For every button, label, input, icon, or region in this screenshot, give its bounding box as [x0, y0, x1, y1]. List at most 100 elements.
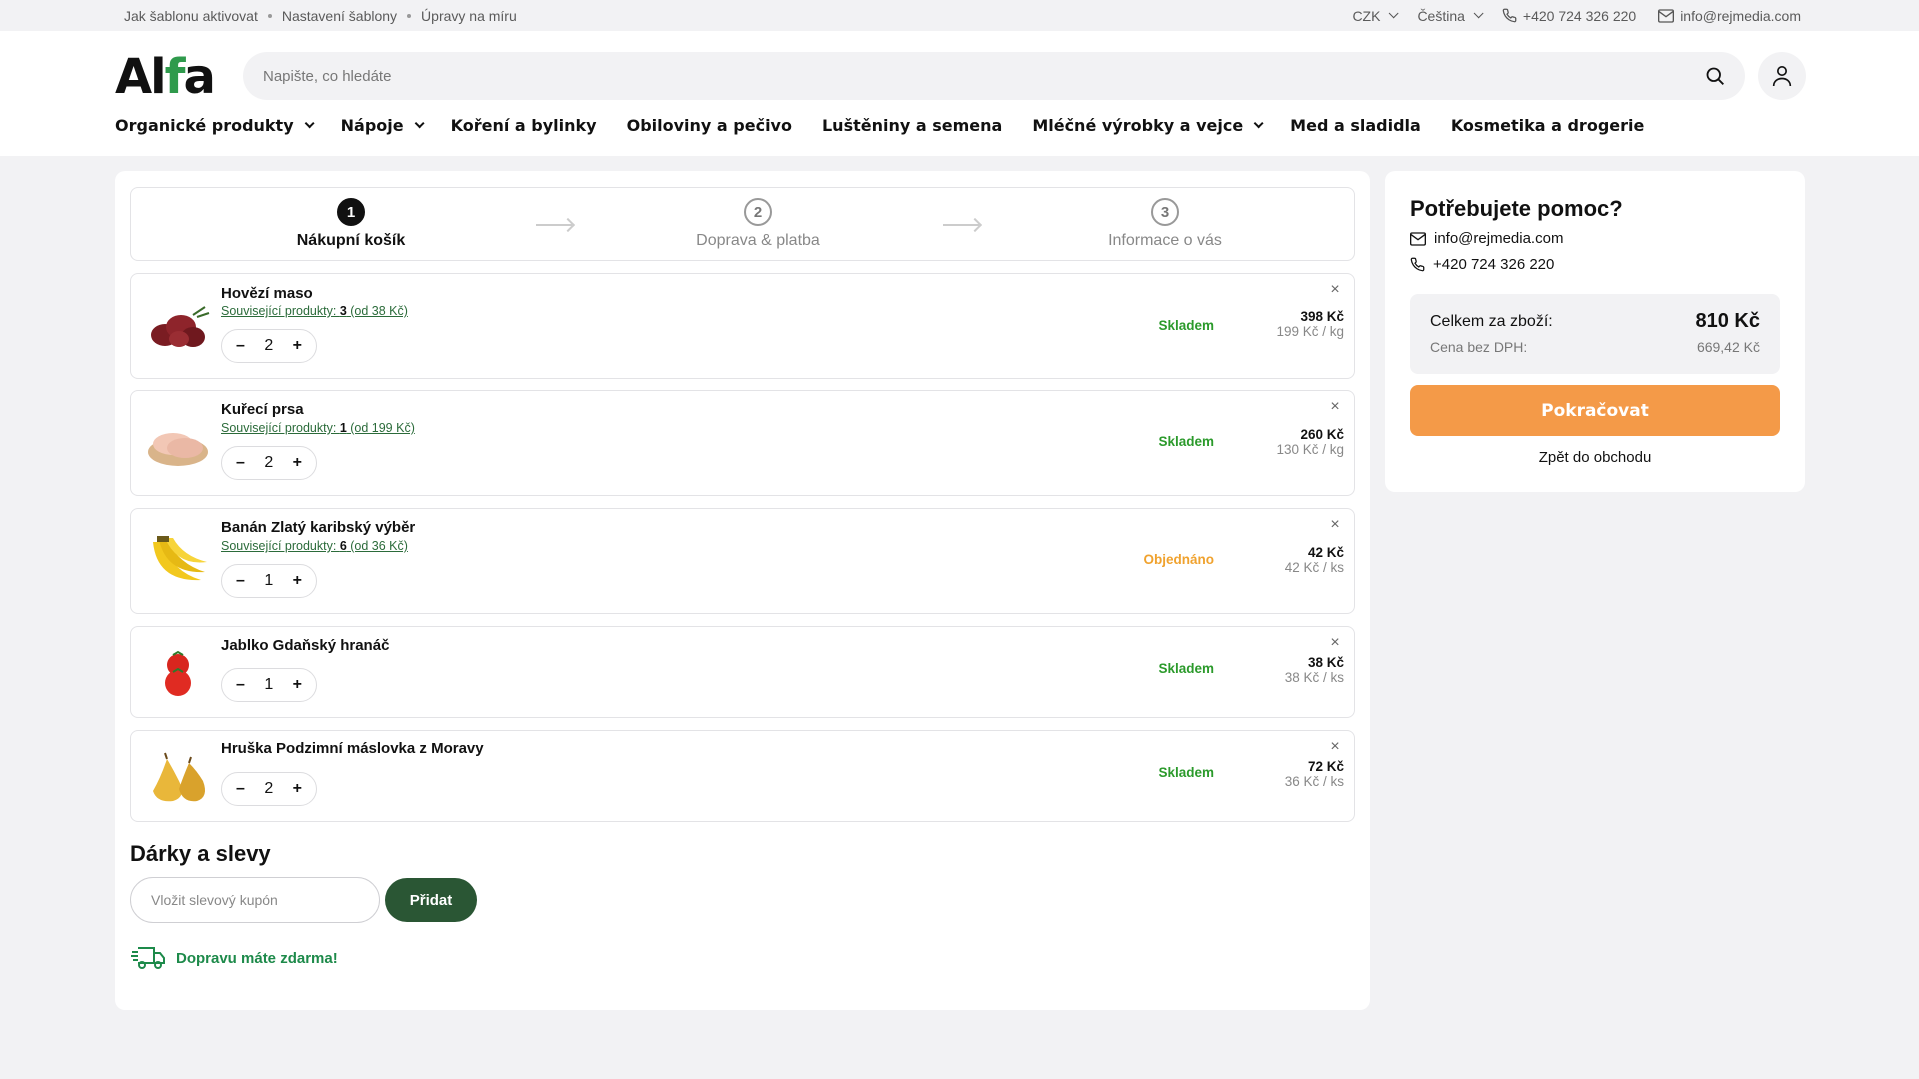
nav-item-cosmetics[interactable]: Kosmetika a drogerie [1451, 116, 1645, 135]
nav-item-drinks[interactable]: Nápoje [341, 116, 425, 135]
nav-item-grains[interactable]: Obiloviny a pečivo [627, 116, 792, 135]
cart-item: Hovězí maso Související produkty: 3 (od … [130, 273, 1355, 379]
chevron-down-icon [414, 118, 425, 129]
help-phone[interactable]: +420 724 326 220 [1410, 256, 1554, 273]
topbar-email[interactable]: info@rejmedia.com [1658, 8, 1801, 24]
increase-button[interactable]: + [293, 572, 302, 590]
step-cart[interactable]: 1 Nákupní košík [251, 198, 451, 250]
nav-label: Koření a bylinky [450, 116, 597, 135]
quantity-value[interactable]: 2 [264, 337, 273, 355]
related-products-link[interactable]: Související produkty: 3 (od 38 Kč) [221, 304, 408, 318]
quantity-stepper: – 2 + [221, 446, 317, 480]
remove-item-button[interactable]: × [1328, 635, 1342, 651]
user-account-button[interactable] [1758, 52, 1806, 100]
pear-image[interactable] [143, 742, 213, 812]
total-label: Celkem za zboží: [1430, 312, 1553, 330]
quantity-value[interactable]: 2 [264, 780, 273, 798]
topbar-phone[interactable]: +420 724 326 220 [1502, 8, 1636, 24]
line-total: 260 Kč [1300, 427, 1344, 442]
nav-label: Mléčné výrobky a vejce [1032, 116, 1244, 135]
topbar-link-settings[interactable]: Nastavení šablony [282, 8, 397, 24]
help-email-text: info@rejmedia.com [1434, 230, 1564, 247]
quantity-value[interactable]: 1 [264, 572, 273, 590]
currency-select[interactable]: CZK [1352, 7, 1400, 24]
order-summary-panel: Potřebujete pomoc? info@rejmedia.com +42… [1385, 171, 1805, 492]
decrease-button[interactable]: – [236, 676, 245, 694]
product-name[interactable]: Jablko Gdaňský hranáč [221, 637, 389, 654]
product-name[interactable]: Hruška Podzimní máslovka z Moravy [221, 740, 484, 757]
separator-dot [267, 13, 272, 18]
free-shipping-text: Dopravu máte zdarma! [176, 949, 338, 967]
step-info[interactable]: 3 Informace o vás [1065, 198, 1265, 250]
topbar-link-custom[interactable]: Úpravy na míru [421, 8, 517, 24]
remove-item-button[interactable]: × [1328, 739, 1342, 755]
product-name[interactable]: Hovězí maso [221, 285, 313, 302]
quantity-value[interactable]: 2 [264, 454, 273, 472]
increase-button[interactable]: + [293, 780, 302, 798]
related-count: 3 [339, 304, 347, 318]
tomato-image[interactable] [143, 638, 213, 708]
apply-coupon-button[interactable]: Přidat [385, 878, 477, 922]
remove-item-button[interactable]: × [1328, 517, 1342, 533]
nav-item-honey[interactable]: Med a sladidla [1290, 116, 1421, 135]
cart-item: Banán Zlatý karibský výběr Související p… [130, 508, 1355, 614]
increase-button[interactable]: + [293, 337, 302, 355]
free-shipping-notice: Dopravu máte zdarma! [130, 945, 338, 971]
search-bar [243, 52, 1745, 100]
stock-status: Skladem [1158, 318, 1214, 333]
step-number: 1 [337, 198, 365, 226]
topbar-links: Jak šablonu aktivovat Nastavení šablony … [124, 8, 517, 24]
line-total: 42 Kč [1307, 545, 1344, 560]
step-number: 2 [744, 198, 772, 226]
chicken-image[interactable] [143, 409, 213, 479]
gifts-section-title: Dárky a slevy [130, 841, 271, 866]
increase-button[interactable]: + [293, 454, 302, 472]
help-title: Potřebujete pomoc? [1410, 196, 1623, 221]
related-count: 6 [339, 539, 347, 553]
coupon-input[interactable] [130, 877, 380, 923]
decrease-button[interactable]: – [236, 454, 245, 472]
cart-item: Hruška Podzimní máslovka z Moravy – 2 + … [130, 730, 1355, 822]
banana-image[interactable] [143, 527, 213, 597]
related-products-link[interactable]: Související produkty: 6 (od 36 Kč) [221, 539, 408, 553]
increase-button[interactable]: + [293, 676, 302, 694]
continue-button[interactable]: Pokračovat [1410, 385, 1780, 436]
help-email[interactable]: info@rejmedia.com [1410, 230, 1563, 247]
remove-item-button[interactable]: × [1328, 399, 1342, 415]
logo[interactable]: Alfa [115, 49, 216, 105]
search-input[interactable] [263, 67, 1705, 85]
cart-panel: 1 Nákupní košík 2 Doprava & platba 3 Inf… [115, 171, 1370, 1010]
price-block: 260 Kč 130 Kč / kg [1276, 427, 1344, 457]
unit-price: 38 Kč / ks [1284, 670, 1344, 685]
search-button[interactable] [1705, 66, 1725, 86]
net-label: Cena bez DPH: [1430, 339, 1528, 355]
nav-item-organic[interactable]: Organické produkty [115, 116, 315, 135]
related-products-link[interactable]: Související produkty: 1 (od 199 Kč) [221, 421, 415, 435]
line-total: 38 Kč [1307, 655, 1344, 670]
nav-item-legumes[interactable]: Luštěniny a semena [822, 116, 1002, 135]
decrease-button[interactable]: – [236, 780, 245, 798]
related-from: (od 36 Kč) [346, 539, 408, 553]
topbar-email-text: info@rejmedia.com [1680, 7, 1801, 24]
language-label: Čeština [1417, 7, 1465, 24]
decrease-button[interactable]: – [236, 572, 245, 590]
quantity-stepper: – 1 + [221, 668, 317, 702]
back-to-shop-link[interactable]: Zpět do obchodu [1410, 449, 1780, 466]
quantity-value[interactable]: 1 [264, 676, 273, 694]
unit-price: 130 Kč / kg [1276, 442, 1344, 457]
step-arrow-icon [943, 224, 979, 226]
nav-label: Luštěniny a semena [821, 116, 1003, 135]
topbar-link-activate[interactable]: Jak šablonu aktivovat [124, 8, 258, 24]
language-select[interactable]: Čeština [1417, 7, 1484, 24]
step-shipping[interactable]: 2 Doprava & platba [658, 198, 858, 250]
nav-item-dairy[interactable]: Mléčné výrobky a vejce [1032, 116, 1264, 135]
decrease-button[interactable]: – [236, 337, 245, 355]
product-name[interactable]: Kuřecí prsa [221, 401, 304, 418]
remove-item-button[interactable]: × [1328, 282, 1342, 298]
line-total: 398 Kč [1300, 309, 1344, 324]
nav-item-spices[interactable]: Koření a bylinky [451, 116, 597, 135]
beef-image[interactable] [143, 292, 213, 362]
product-name[interactable]: Banán Zlatý karibský výběr [221, 519, 415, 536]
currency-label: CZK [1352, 7, 1381, 24]
stock-status: Skladem [1158, 765, 1214, 780]
